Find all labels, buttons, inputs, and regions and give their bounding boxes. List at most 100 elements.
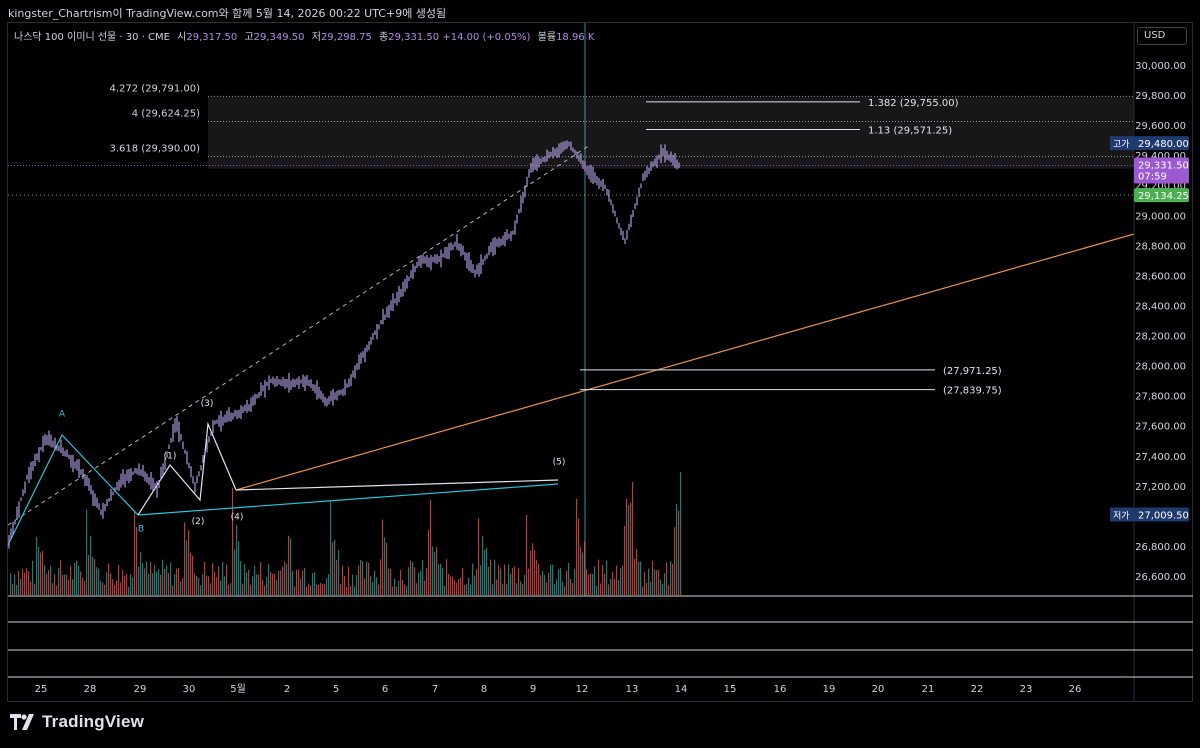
volume-bar [286,563,288,595]
volume-bar [424,580,426,595]
low-value: 29,298.75 [320,32,372,43]
volume-bar [444,585,446,595]
volume-bar [474,575,476,595]
volume-bar [34,583,36,595]
x-tick-label: 14 [675,684,688,695]
volume-bar [434,552,436,595]
volume-bar [160,574,162,595]
volume-value: 18.96 K [556,32,595,43]
volume-bar [246,572,248,595]
volume-bar [242,583,244,595]
price-tags: 고가 29,480.00 저가 27,009.50 29,331.5007:59 29,1… [1110,136,1189,522]
volume-bar [536,559,538,595]
high-value: 29,349.50 [253,32,305,43]
chart-frame: kingster_Chartrism이 TradingView.com와 함께 … [0,0,1200,748]
volume-bar [188,530,190,595]
volume-bar [366,561,368,595]
volume-bar [342,565,344,595]
x-tick-label: 2 [284,684,290,695]
volume-bar [372,582,374,595]
volume-bar [226,564,228,595]
tradingview-brand[interactable]: TradingView [10,712,144,732]
volume-bar [10,573,12,595]
volume-bar [614,579,616,595]
volume-bar [270,571,272,595]
x-tick-label: 16 [774,684,787,695]
x-tick-label: 30 [183,684,196,695]
volume-bar [408,567,410,595]
volume-bar [90,535,92,595]
volume-bar [304,567,306,595]
volume-bar [352,574,354,595]
y-tick-label: 26,800.00 [1135,542,1186,553]
volume-bar [498,564,500,595]
volume-bar [416,583,418,595]
volume-bar [644,571,646,595]
volume-bar [96,567,98,595]
volume-bar [548,572,550,595]
volume-bar [468,577,470,595]
volume-bar [52,583,54,595]
volume-bar [580,547,582,595]
volume-bar [512,568,514,595]
volume-bar [476,569,478,595]
volume-bar [144,568,146,595]
time-axis: 25 28 29 30 5월 2 5 6 7 8 9 12 13 14 15 16 19 20 21 22 23 26 [35,683,1082,695]
volume-bar [104,584,106,595]
x-tick-label: 12 [576,684,589,695]
x-tick-label: 9 [530,684,536,695]
volume-bar [524,574,526,595]
currency-button[interactable]: USD [1137,27,1187,45]
volume-bar [356,574,358,595]
volume-bar [190,552,192,595]
symbol-legend[interactable]: 나스닥 100 이미니 선물 · 30 · CME 시29,317.50 고29… [14,28,594,43]
volume-bar [380,559,382,595]
volume-bar [164,568,166,595]
volume-bar [526,514,528,595]
volume-bar [628,505,630,595]
volume-bar [42,550,44,595]
x-tick-label: 7 [432,684,438,695]
volume-bar [428,529,430,595]
volume-bar [262,580,264,595]
volume-bar [668,585,670,595]
volume-bar [546,582,548,595]
symbol-name[interactable]: 나스닥 100 이미니 선물 · 30 · CME [14,32,170,43]
volume-bar [636,549,638,595]
volume-bar [266,577,268,595]
volume-bar [388,568,390,595]
wave-label: (3) [201,399,214,409]
volume-bar [168,572,170,595]
fib-zones: 4.272 (29,791.00) 4 (29,624.25) 3.618 (29,… [109,83,1134,169]
volume-bar [346,586,348,595]
volume-bar [74,562,76,595]
volume-bar [360,559,362,595]
volume-bar [654,569,656,595]
volume-bar [110,573,112,595]
volume-bar [640,561,642,595]
volume-bar [260,562,262,595]
y-tick-label: 27,600.00 [1135,422,1186,433]
volume-bar [162,559,164,595]
price-chart[interactable]: 4.272 (29,791.00) 4 (29,624.25) 3.618 (29,… [0,0,1200,748]
volume-bar [618,580,620,595]
volume-bar [38,546,40,595]
volume-bar [76,561,78,595]
volume-bar [604,573,606,595]
x-tick-label: 26 [1069,684,1082,695]
volume-bar [128,586,130,595]
volume-bar [138,566,140,595]
volume-bar [210,583,212,595]
volume-bar [520,581,522,595]
volume-bar [72,579,74,595]
volume-bar [30,582,32,595]
volume-bar [296,569,298,595]
volume-bar [176,568,178,595]
low-price-tag-text: 27,009.50 [1138,510,1189,521]
volume-bar [672,563,674,595]
target-label: (27,971.25) [943,366,1002,377]
volume-bar [78,566,80,595]
y-tick-label: 29,000.00 [1135,211,1186,222]
volume-bar [456,582,458,595]
impulse-wave-line [137,421,237,516]
